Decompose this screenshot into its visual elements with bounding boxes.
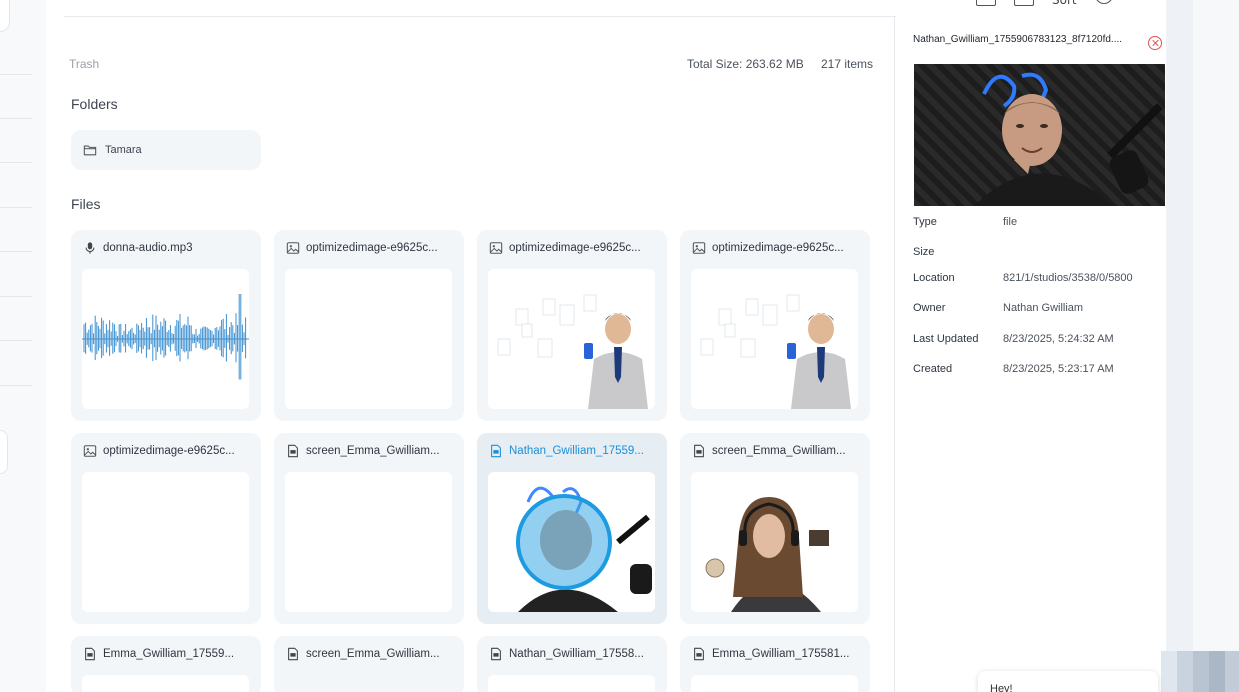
file-card[interactable]: screen_Emma_Gwilliam... [680,433,870,624]
file-name: Nathan_Gwilliam_17558... [509,648,644,660]
folder-icon [83,145,97,156]
image-icon [489,242,503,254]
detail-key: Size [913,246,935,258]
close-icon[interactable] [1148,36,1162,50]
studio-video-thumbnail [488,472,655,612]
right-margin [1166,0,1239,692]
blurred-avatar [1161,651,1239,692]
file-card[interactable]: Nathan_Gwilliam_17558... [477,636,667,692]
video-file-icon [288,444,298,458]
room-video-thumbnail [691,472,858,612]
file-name: optimizedimage-e9625c... [712,242,844,254]
sidebar-divider [0,74,32,75]
detail-key: Created [913,363,953,375]
sidebar-divider [0,385,32,386]
image-icon [83,445,97,457]
sidebar-divider [0,251,32,252]
file-name: Nathan_Gwilliam_17559... [509,445,644,457]
details-title: Nathan_Gwilliam_1755906783123_8f7120fd..… [913,34,1123,45]
sidebar-divider [0,296,32,297]
file-card[interactable]: Emma_Gwilliam_17559... [71,636,261,692]
breadcrumb-trash[interactable]: Trash [69,57,99,71]
chat-widget-greeting[interactable]: Hey! [978,671,1158,692]
detail-key: Owner [913,302,946,314]
file-card-selected[interactable]: Nathan_Gwilliam_17559... [477,433,667,624]
details-panel: Nathan_Gwilliam_1755906783123_8f7120fd..… [896,16,1166,692]
list-view-icon[interactable] [1014,0,1034,6]
file-card[interactable]: screen_Emma_Gwilliam... [274,433,464,624]
folders-heading: Folders [71,96,118,112]
room-video-thumbnail [691,675,858,692]
blank-thumbnail [82,472,249,612]
file-name: screen_Emma_Gwilliam... [306,648,440,660]
file-name: optimizedimage-e9625c... [103,445,235,457]
file-name: screen_Emma_Gwilliam... [712,445,846,457]
detail-value: 8/23/2025, 5:24:32 AM [1003,333,1114,345]
file-name: optimizedimage-e9625c... [306,242,438,254]
room-video-thumbnail [82,675,249,692]
office-photo-thumbnail [488,269,655,409]
detail-value: file [1003,216,1018,228]
detail-key: Last Updated [913,333,979,345]
image-icon [692,242,706,254]
file-name: Emma_Gwilliam_17559... [103,648,235,660]
detail-key: Type [913,216,937,228]
left-sidebar [0,0,46,692]
right-strip [1193,0,1239,692]
file-card[interactable]: donna-audio.mp3 [71,230,261,421]
folder-name: Tamara [105,144,142,156]
blank-thumbnail [285,269,452,409]
video-file-icon [288,647,298,661]
file-card[interactable]: Emma_Gwilliam_175581... [680,636,870,692]
sidebar-divider [0,340,32,341]
file-card[interactable]: optimizedimage-e9625c... [680,230,870,421]
file-name: donna-audio.mp3 [103,242,193,254]
file-name: optimizedimage-e9625c... [509,242,641,254]
item-count: 217 items [821,57,874,71]
file-card[interactable]: optimizedimage-e9625c... [274,230,464,421]
sidebar-handle-top[interactable] [0,0,10,32]
audio-waveform-thumbnail [82,269,249,409]
details-preview [914,64,1165,206]
total-size: Total Size: 263.62 MB [687,57,804,71]
video-file-icon [694,444,704,458]
file-name: Emma_Gwilliam_175581... [712,648,850,660]
detail-value: Nathan Gwilliam [1003,302,1084,314]
details-divider [894,16,895,692]
files-heading: Files [71,196,101,212]
file-card[interactable]: optimizedimage-e9625c... [71,433,261,624]
sidebar-divider [0,118,32,119]
folder-item[interactable]: Tamara [71,130,261,170]
studio-video-thumbnail [488,675,655,692]
blank-thumbnail [285,472,452,612]
video-file-icon [491,444,501,458]
detail-value: 8/23/2025, 5:23:17 AM [1003,363,1114,375]
sidebar-handle[interactable] [0,430,8,474]
toolbar-divider [64,16,896,17]
toolbar: Sort [976,0,1113,10]
sidebar-divider [0,207,32,208]
sidebar-divider [0,162,32,163]
file-browser: Sort Trash Total Size: 263.62 MB 217 ite… [46,0,1166,692]
microphone-icon [85,242,95,254]
file-card[interactable]: screen_Emma_Gwilliam... [274,636,464,692]
image-icon [286,242,300,254]
file-card[interactable]: optimizedimage-e9625c... [477,230,667,421]
video-file-icon [85,647,95,661]
detail-value: 821/1/studios/3538/0/5800 [1003,272,1133,284]
video-file-icon [491,647,501,661]
grid-view-icon[interactable] [976,0,996,6]
detail-key: Location [913,272,955,284]
sort-button[interactable]: Sort [1052,0,1077,11]
file-name: screen_Emma_Gwilliam... [306,445,440,457]
office-photo-thumbnail [691,269,858,409]
help-icon[interactable] [1094,0,1113,4]
video-file-icon [694,647,704,661]
